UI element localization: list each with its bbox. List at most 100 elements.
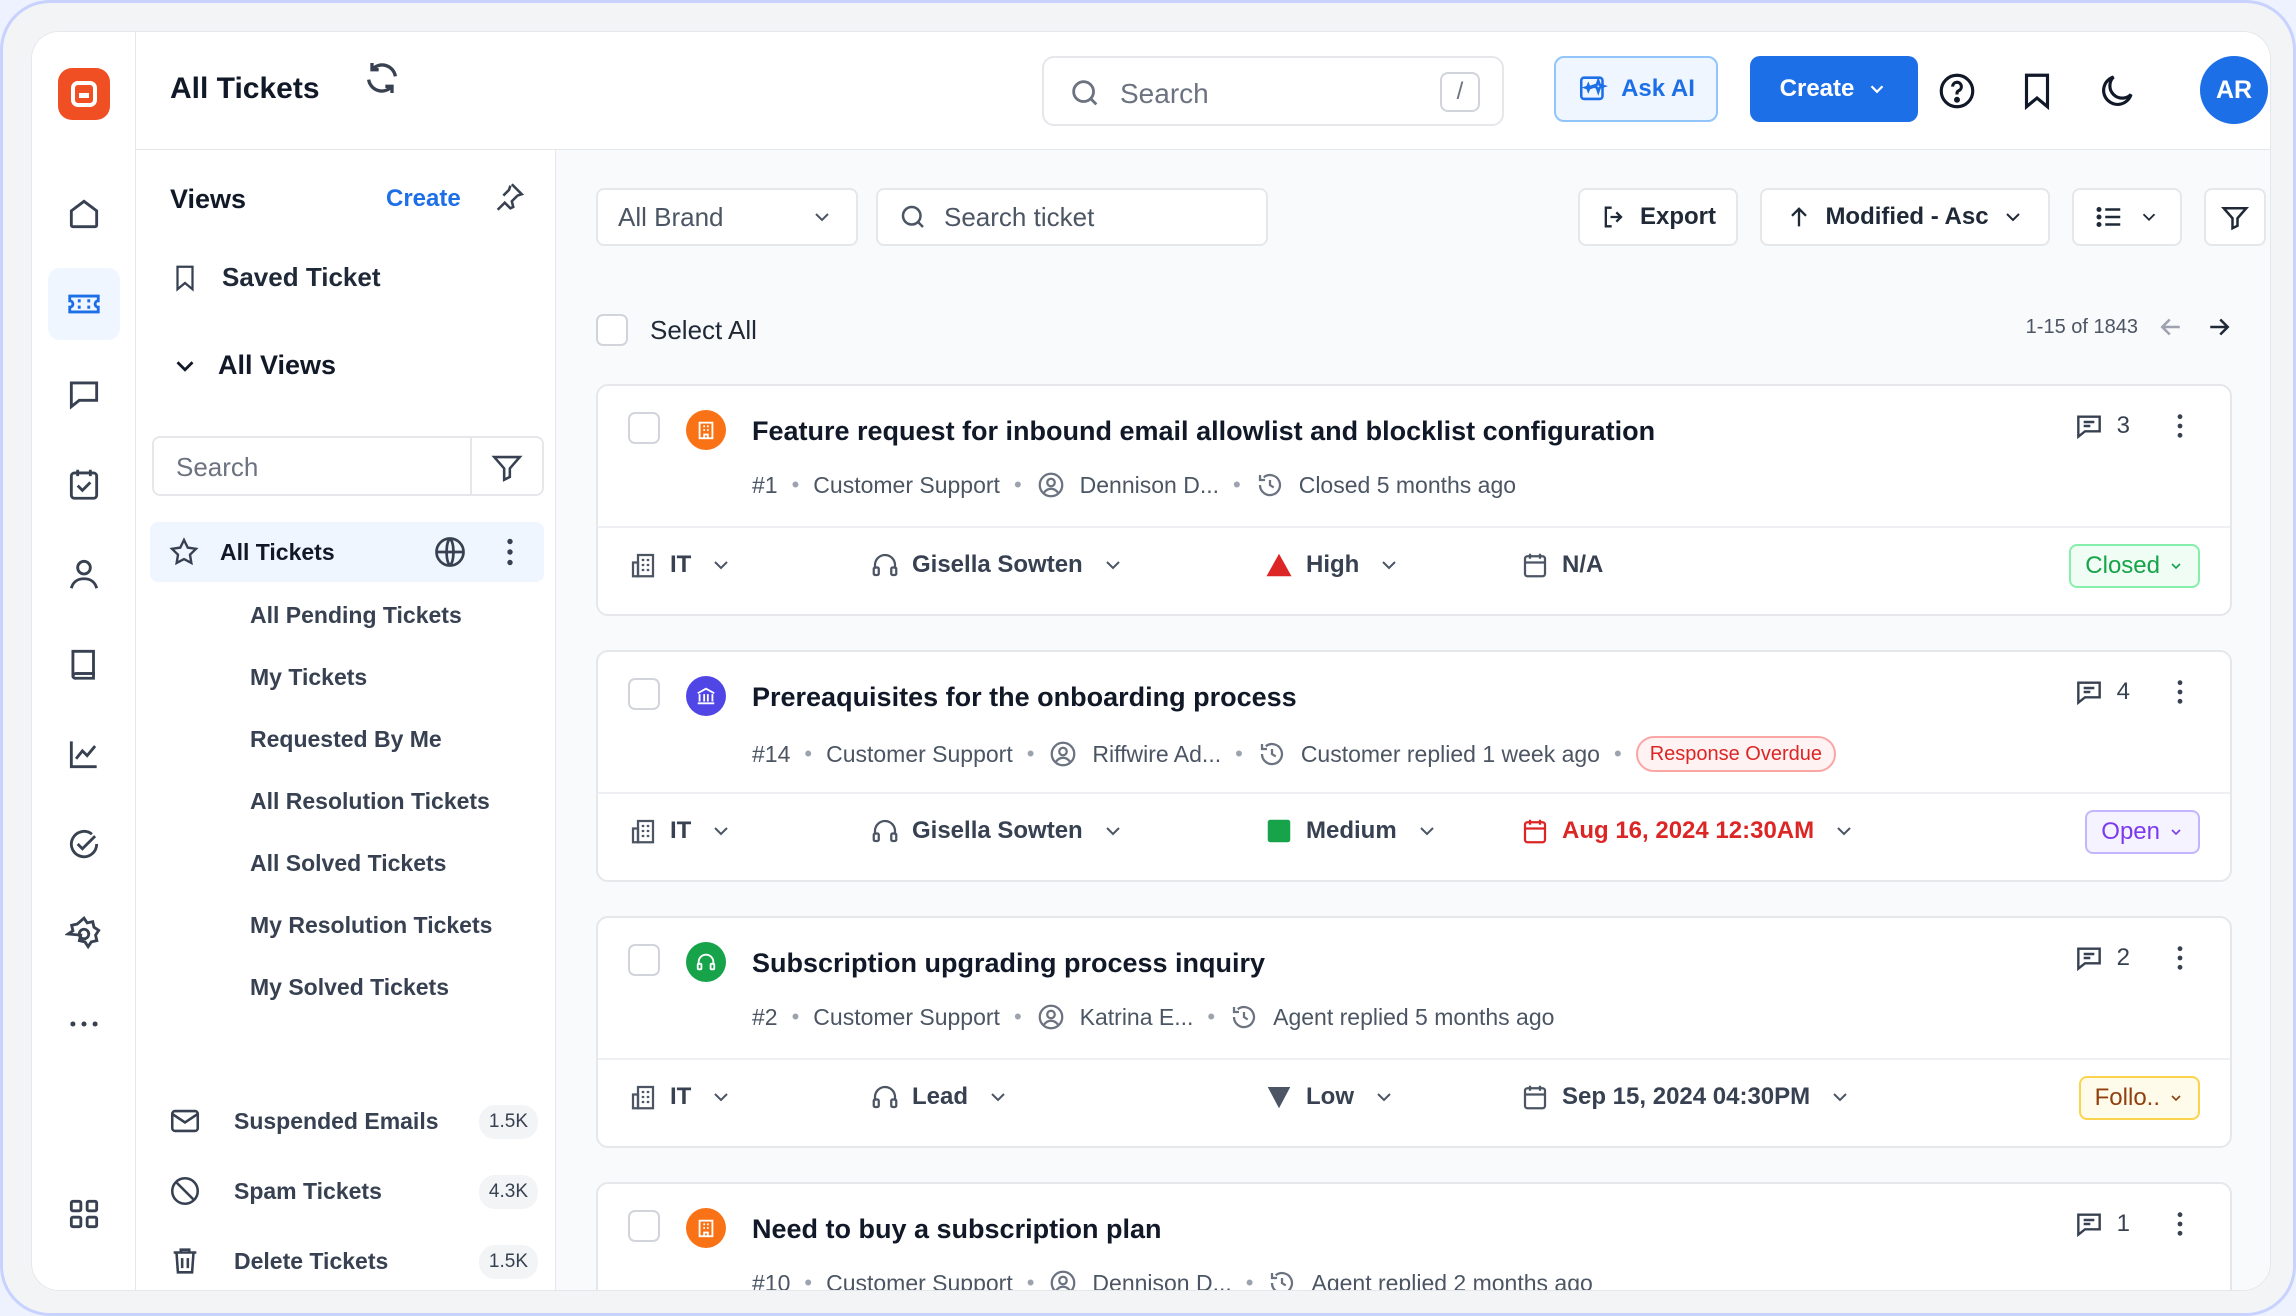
arrow-right-icon[interactable] xyxy=(2204,312,2234,342)
delete-tickets-link[interactable]: Delete Tickets 1.5K xyxy=(168,1236,544,1286)
ticket-title[interactable]: Subscription upgrading process inquiry xyxy=(752,948,1265,979)
contacts-icon[interactable] xyxy=(48,538,120,610)
view-item-my-solved[interactable]: My Solved Tickets xyxy=(250,974,449,1001)
select-all-checkbox[interactable] xyxy=(596,314,628,346)
knowledge-base-icon[interactable] xyxy=(48,628,120,700)
ticket-card[interactable]: Feature request for inbound email allowl… xyxy=(596,384,2232,616)
due-date-field[interactable]: N/A xyxy=(1520,550,1603,580)
more-vertical-icon[interactable] xyxy=(2164,1208,2196,1240)
department-value: IT xyxy=(670,1083,692,1110)
home-icon[interactable] xyxy=(48,178,120,250)
ticket-checkbox[interactable] xyxy=(628,678,660,710)
mail-icon xyxy=(170,1109,200,1133)
department-select[interactable]: IT xyxy=(628,550,733,580)
ticket-card[interactable]: Subscription upgrading process inquiry #… xyxy=(596,916,2232,1148)
priority-select[interactable]: Medium xyxy=(1264,816,1439,846)
approvals-icon[interactable] xyxy=(48,808,120,880)
comment-count[interactable]: 2 xyxy=(2073,942,2130,974)
view-item-all-tickets[interactable]: All Tickets xyxy=(150,522,544,582)
tickets-icon[interactable] xyxy=(48,268,120,340)
tasks-icon[interactable] xyxy=(48,448,120,520)
due-date-select[interactable]: Sep 15, 2024 04:30PM xyxy=(1520,1082,1852,1112)
ticket-checkbox[interactable] xyxy=(628,1210,660,1242)
chat-icon[interactable] xyxy=(48,358,120,430)
ticket-activity: Agent replied 5 months ago xyxy=(1273,1003,1555,1030)
sort-label: Modified - Asc xyxy=(1825,203,1989,230)
more-icon[interactable] xyxy=(48,988,120,1060)
settings-gear-icon[interactable] xyxy=(48,898,120,970)
search-ticket-input[interactable]: Search ticket xyxy=(876,188,1268,246)
star-icon[interactable] xyxy=(168,536,200,568)
ticket-title[interactable]: Feature request for inbound email allowl… xyxy=(752,416,1655,447)
ticket-checkbox[interactable] xyxy=(628,944,660,976)
more-vertical-icon[interactable] xyxy=(492,534,528,570)
views-search-input[interactable]: Search xyxy=(152,436,544,496)
status-select[interactable]: Closed xyxy=(2069,544,2200,588)
saved-ticket-link[interactable]: Saved Ticket xyxy=(170,262,381,293)
view-item-my-resolution[interactable]: My Resolution Tickets xyxy=(250,912,492,939)
select-all[interactable]: Select All xyxy=(596,314,757,346)
brand-select[interactable]: All Brand xyxy=(596,188,858,246)
global-search-input[interactable]: Search / xyxy=(1042,56,1504,126)
dark-mode-moon-icon[interactable] xyxy=(2096,70,2138,112)
more-vertical-icon[interactable] xyxy=(2164,676,2196,708)
ticket-title[interactable]: Need to buy a subscription plan xyxy=(752,1214,1162,1245)
export-button[interactable]: Export xyxy=(1578,188,1738,246)
filter-button[interactable] xyxy=(2204,188,2266,246)
pin-icon[interactable] xyxy=(492,180,526,214)
due-date-select[interactable]: Aug 16, 2024 12:30AM xyxy=(1520,816,1856,846)
ticket-card[interactable]: Need to buy a subscription plan #10 • Cus… xyxy=(596,1182,2232,1290)
ticket-card[interactable]: Prereaquisites for the onboarding proces… xyxy=(596,650,2232,882)
ask-ai-button[interactable]: Ask AI xyxy=(1554,56,1718,122)
all-views-toggle[interactable]: All Views xyxy=(170,350,336,381)
overdue-badge: Response Overdue xyxy=(1635,736,1837,772)
agent-select[interactable]: Gisella Sowten xyxy=(870,816,1125,846)
priority-select[interactable]: Low xyxy=(1264,1082,1396,1112)
views-create-link[interactable]: Create xyxy=(386,185,461,213)
user-circle-icon xyxy=(1051,741,1076,767)
count-badge: 4.3K xyxy=(478,1175,538,1209)
ticket-title[interactable]: Prereaquisites for the onboarding proces… xyxy=(752,682,1297,713)
department-select[interactable]: IT xyxy=(628,1082,733,1112)
status-select[interactable]: Follo.. xyxy=(2078,1076,2200,1120)
refresh-icon[interactable] xyxy=(362,58,402,98)
apps-grid-icon[interactable] xyxy=(48,1178,120,1250)
bookmark-icon[interactable] xyxy=(2016,70,2058,112)
layout-select[interactable] xyxy=(2072,188,2182,246)
create-button[interactable]: Create xyxy=(1750,56,1918,122)
reports-icon[interactable] xyxy=(48,718,120,790)
user-avatar[interactable]: AR xyxy=(2200,56,2268,124)
arrow-left-icon[interactable] xyxy=(2156,312,2186,342)
filter-icon[interactable] xyxy=(490,450,524,484)
comment-count[interactable]: 1 xyxy=(2073,1208,2130,1240)
meta-separator: • xyxy=(1613,741,1622,766)
org-building-icon xyxy=(686,410,726,450)
status-select[interactable]: Open xyxy=(2085,810,2200,854)
select-all-label: Select All xyxy=(650,314,757,345)
comment-count[interactable]: 4 xyxy=(2073,676,2130,708)
ticket-team: Customer Support xyxy=(826,740,1013,767)
agent-select[interactable]: Lead xyxy=(870,1082,1010,1112)
ticket-meta: #1 • Customer Support • Dennison D... • Clo… xyxy=(752,470,1516,500)
suspended-emails-link[interactable]: Suspended Emails 1.5K xyxy=(168,1096,544,1146)
view-item-all-solved[interactable]: All Solved Tickets xyxy=(250,850,446,877)
view-item-all-resolution[interactable]: All Resolution Tickets xyxy=(250,788,490,815)
view-item-my-tickets[interactable]: My Tickets xyxy=(250,664,367,691)
sort-select[interactable]: Modified - Asc xyxy=(1760,188,2050,246)
view-item-all-pending[interactable]: All Pending Tickets xyxy=(250,602,462,629)
help-icon[interactable] xyxy=(1936,70,1978,112)
chevron-down-icon xyxy=(1833,1093,1847,1102)
card-divider xyxy=(598,792,2230,794)
spam-tickets-link[interactable]: Spam Tickets 4.3K xyxy=(168,1166,544,1216)
department-select[interactable]: IT xyxy=(628,816,733,846)
agent-select[interactable]: Gisella Sowten xyxy=(870,550,1125,580)
ticket-checkbox[interactable] xyxy=(628,412,660,444)
view-item-requested-by-me[interactable]: Requested By Me xyxy=(250,726,442,753)
divider xyxy=(470,438,472,494)
comment-count[interactable]: 3 xyxy=(2073,410,2130,442)
priority-select[interactable]: High xyxy=(1264,550,1401,580)
pagination: 1-15 of 1843 xyxy=(2026,312,2234,342)
app-logo[interactable] xyxy=(58,68,110,120)
more-vertical-icon[interactable] xyxy=(2164,942,2196,974)
more-vertical-icon[interactable] xyxy=(2164,410,2196,442)
